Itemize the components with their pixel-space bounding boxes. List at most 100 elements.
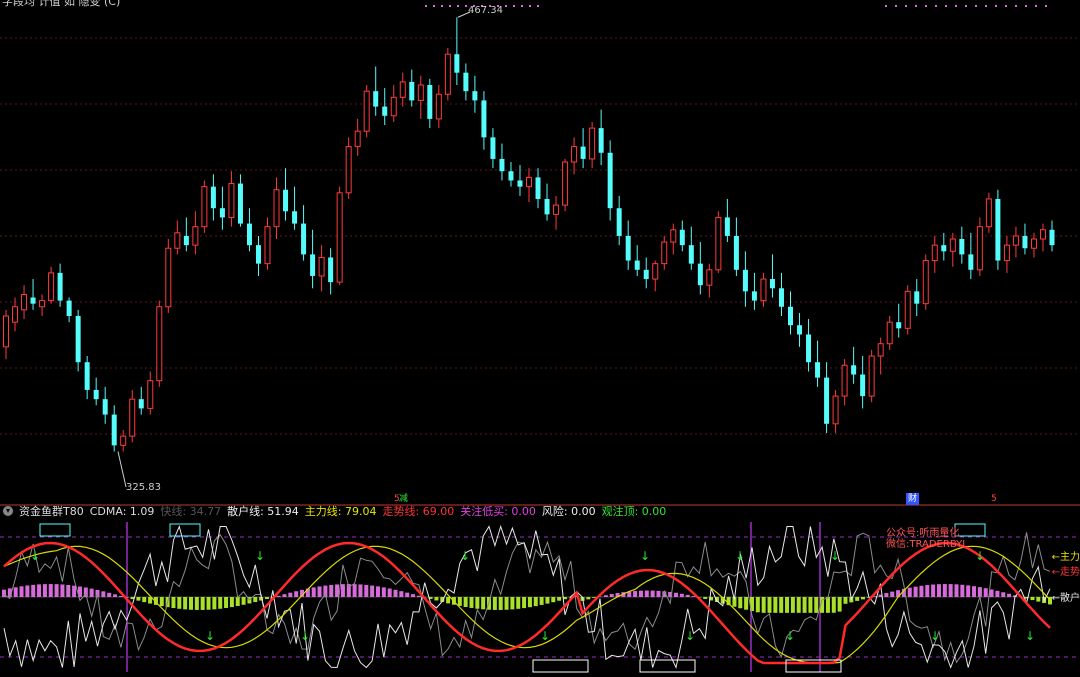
histogram-bar xyxy=(674,592,679,597)
top-dot xyxy=(465,5,467,7)
candle-body xyxy=(724,217,730,236)
top-signal-box xyxy=(169,523,201,537)
candle-body xyxy=(255,245,261,264)
histogram-bar xyxy=(13,587,18,597)
candle-body xyxy=(328,257,334,283)
top-dot xyxy=(1035,5,1037,7)
chevron-down-icon[interactable]: ▾ xyxy=(3,506,13,516)
candle-body xyxy=(129,398,136,437)
high-price-label: 467.34 xyxy=(468,5,503,16)
arrow-down-icon: ↓ xyxy=(540,629,550,643)
histogram-bar xyxy=(118,595,123,597)
candle-body xyxy=(373,91,379,107)
histogram-bar xyxy=(60,584,65,597)
candle-body xyxy=(318,256,325,277)
candle-body xyxy=(670,229,677,243)
candle-body xyxy=(778,288,784,307)
histogram-bar xyxy=(966,585,971,597)
sanhu-value: 散户线: 51.94 xyxy=(227,505,299,518)
histogram-bar xyxy=(773,597,778,613)
histogram-bar xyxy=(212,597,217,610)
histogram-bar xyxy=(411,594,416,597)
bottom-signal-box xyxy=(532,659,589,673)
candle-body xyxy=(995,198,1001,261)
histogram-bar xyxy=(1036,597,1041,602)
histogram-bar xyxy=(779,597,784,613)
histogram-bar xyxy=(703,597,708,599)
candle-body xyxy=(363,90,370,132)
candle-body xyxy=(192,226,199,246)
candle-body xyxy=(815,362,821,378)
arrow-down-icon: ↓ xyxy=(205,629,215,643)
top-dot xyxy=(1005,5,1007,7)
histogram-bar xyxy=(522,597,527,609)
histogram-bar xyxy=(54,584,59,597)
candle-body xyxy=(797,325,803,335)
histogram-bar xyxy=(475,597,480,609)
histogram-bar xyxy=(416,595,421,597)
candle-body xyxy=(499,158,505,172)
histogram-bar xyxy=(72,585,77,597)
histogram-bar xyxy=(229,597,234,608)
histogram-bar xyxy=(101,591,106,597)
candle-body xyxy=(571,146,578,163)
histogram-bar xyxy=(66,584,71,597)
candle-body xyxy=(237,183,243,224)
price-and-indicator-chart[interactable]: ↓ ↓ ↓ ↓ ↓ ↓ ↓ ↓ ↓ ↓ ↓ ↓ ↓ ↓ xyxy=(0,0,1080,677)
histogram-bar xyxy=(510,597,515,610)
histogram-bar xyxy=(644,590,649,597)
histogram-bar xyxy=(831,597,836,613)
histogram-bar xyxy=(533,597,538,607)
candle-body xyxy=(1049,229,1055,246)
low-price-label: 325.83 xyxy=(126,482,161,493)
candle-body xyxy=(390,96,397,117)
candle-body xyxy=(111,414,117,446)
top-dot xyxy=(529,5,531,7)
candle-body xyxy=(580,146,586,159)
candle-body xyxy=(336,192,343,283)
histogram-bar xyxy=(972,586,977,597)
histogram-bar xyxy=(224,597,229,608)
indicator-name[interactable]: 资金鱼群T80 xyxy=(19,503,84,519)
histogram-bar xyxy=(942,584,947,597)
top-dot xyxy=(915,5,917,7)
histogram-bar xyxy=(790,597,795,613)
top-dot xyxy=(449,5,451,7)
histogram-bar xyxy=(142,597,147,603)
candle-body xyxy=(417,84,424,101)
candle-body xyxy=(210,186,216,209)
candle-body xyxy=(788,306,793,326)
histogram-bar xyxy=(340,584,345,597)
arrow-down-icon: ↓ xyxy=(930,629,940,643)
candle-body xyxy=(1039,229,1046,240)
candle-body xyxy=(246,223,252,246)
candle-body xyxy=(84,362,90,390)
histogram-bar xyxy=(264,597,269,599)
candle-body xyxy=(183,235,189,246)
candle-body xyxy=(851,365,857,375)
candle-body xyxy=(806,334,812,363)
histogram-bar xyxy=(931,584,936,597)
histogram-bar xyxy=(282,594,287,597)
histogram-bar xyxy=(188,597,193,610)
candle-body xyxy=(985,198,992,228)
histogram-bar xyxy=(42,584,47,597)
top-dot xyxy=(1025,5,1027,7)
histogram-bar xyxy=(399,591,404,597)
top-dot xyxy=(975,5,977,7)
histogram-bar xyxy=(884,593,889,597)
histogram-bar xyxy=(387,588,392,597)
candle-body xyxy=(868,355,875,397)
arrow-down-icon: ↓ xyxy=(685,629,695,643)
histogram-bar xyxy=(638,590,643,597)
candle-body xyxy=(120,435,127,446)
arrow-down-icon: ↓ xyxy=(830,549,840,563)
candle-body xyxy=(544,198,550,215)
candle-body xyxy=(769,279,775,289)
histogram-bar xyxy=(37,584,42,597)
histogram-bar xyxy=(913,586,918,597)
candle-body xyxy=(481,100,487,138)
candle-body xyxy=(661,241,668,265)
candle-body xyxy=(517,180,523,187)
candle-body xyxy=(877,343,884,357)
